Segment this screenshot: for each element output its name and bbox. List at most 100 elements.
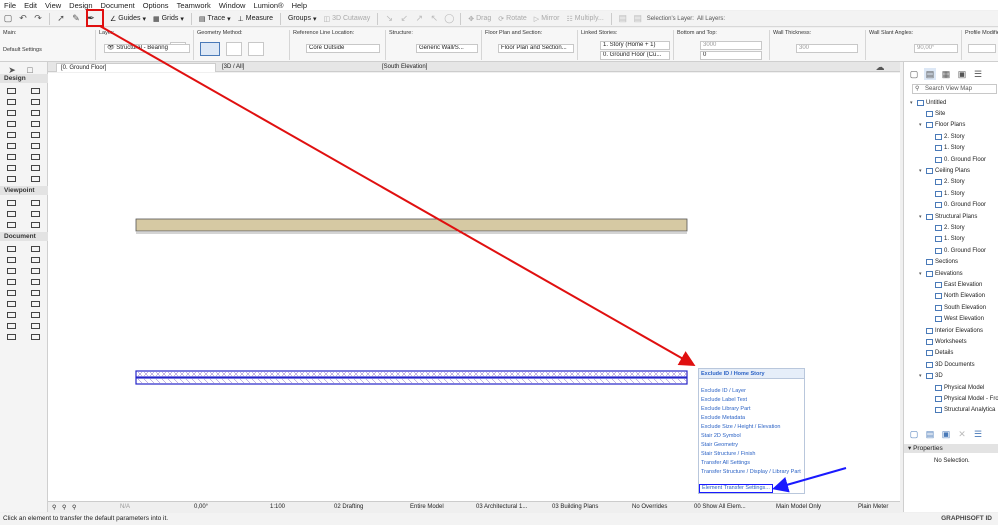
- menu-item-transfer-all[interactable]: Transfer All Settings: [701, 460, 750, 466]
- zoom-out-icon[interactable]: ⚲: [72, 504, 76, 511]
- zoom-value[interactable]: N/A: [120, 504, 130, 510]
- clone-icon[interactable]: ▣: [940, 428, 952, 440]
- properties-header[interactable]: ▾ Properties: [904, 444, 998, 453]
- view-map-item[interactable]: 2. Story: [928, 132, 965, 141]
- tab-ground-floor[interactable]: [0. Ground Floor]: [56, 63, 216, 72]
- infobox-layer-field[interactable]: 👁 Structural - Bearing: [104, 44, 190, 53]
- tool-icon[interactable]: [4, 152, 18, 161]
- tool-icon[interactable]: [4, 174, 18, 183]
- bottom-height-field[interactable]: 0: [700, 51, 762, 60]
- groups-button[interactable]: Groups ▾: [286, 15, 318, 23]
- tool-icon[interactable]: [28, 108, 42, 117]
- tool-icon[interactable]: [4, 130, 18, 139]
- view-map-item[interactable]: ▾ 3D: [919, 372, 943, 381]
- menu-document[interactable]: Document: [101, 1, 135, 10]
- tool-icon[interactable]: [28, 198, 42, 207]
- geometry-rect-button[interactable]: [248, 42, 264, 56]
- drag-button[interactable]: ✥ Drag: [466, 15, 493, 23]
- tab-3d-all[interactable]: [3D / All]: [218, 63, 378, 72]
- toolbox-section-document[interactable]: Document: [0, 232, 48, 241]
- edit-tool-icon[interactable]: ↘: [383, 13, 395, 25]
- view-map-item[interactable]: South Elevation: [928, 303, 986, 312]
- top-height-field[interactable]: 3000: [700, 41, 762, 50]
- view-map-item[interactable]: Site: [919, 109, 945, 118]
- thickness-field[interactable]: 300: [796, 44, 858, 53]
- expand-caret-icon[interactable]: ▾: [919, 168, 924, 174]
- mvo-dropdown[interactable]: 03 Building Plans: [552, 504, 598, 510]
- delete-icon[interactable]: ✕: [956, 428, 968, 440]
- multiply-button[interactable]: ☷ Multiply...: [564, 15, 605, 23]
- tool-icon[interactable]: [28, 321, 42, 330]
- linked-top-dropdown[interactable]: 1. Story (Home + 1): [600, 41, 670, 50]
- view-map-item[interactable]: 1. Story: [928, 235, 965, 244]
- tool-icon[interactable]: [28, 299, 42, 308]
- view-map-item[interactable]: 1. Story: [928, 189, 965, 198]
- tab-south-elevation[interactable]: [South Elevation]: [378, 63, 538, 72]
- menu-item-exclude-library-part[interactable]: Exclude Library Part: [701, 406, 751, 412]
- profile-dropdown[interactable]: [968, 44, 996, 53]
- view-map-item[interactable]: ▾ Ceiling Plans: [919, 166, 970, 175]
- orientation-value[interactable]: 0,00°: [194, 504, 208, 510]
- view-map-item[interactable]: North Elevation: [928, 292, 985, 301]
- model-view-dropdown[interactable]: Entire Model: [410, 504, 444, 510]
- layer-icon[interactable]: ▤: [617, 13, 629, 25]
- menu-lumion[interactable]: Lumion®: [253, 1, 283, 10]
- guides-button[interactable]: ∠ Guides ▾: [108, 15, 148, 23]
- trace-button[interactable]: ▤ Trace ▾: [197, 15, 233, 23]
- structural-function-dropdown[interactable]: Main Model Only: [776, 504, 821, 510]
- menu-help[interactable]: Help: [292, 1, 307, 10]
- expand-caret-icon[interactable]: ▾: [919, 214, 924, 220]
- edit-tool-icon[interactable]: ◯: [443, 13, 455, 25]
- view-settings-icon[interactable]: ☰: [972, 428, 984, 440]
- menu-options[interactable]: Options: [143, 1, 169, 10]
- view-map-item[interactable]: 1. Story: [928, 144, 965, 153]
- expand-caret-icon[interactable]: ▾: [910, 100, 915, 106]
- graphisoft-id[interactable]: GRAPHISOFT ID: [941, 513, 992, 525]
- view-map-item[interactable]: Details: [919, 349, 953, 358]
- tool-icon[interactable]: [4, 108, 18, 117]
- view-map-item[interactable]: East Elevation: [928, 280, 982, 289]
- dimension-dropdown[interactable]: Plain Meter: [858, 504, 888, 510]
- toolbox-section-design[interactable]: Design: [0, 74, 48, 83]
- project-map-icon[interactable]: ▢: [908, 68, 920, 80]
- view-map-icon[interactable]: ▤: [924, 68, 936, 80]
- tool-icon[interactable]: [28, 310, 42, 319]
- view-map-item[interactable]: 3D Documents: [919, 360, 975, 369]
- edit-tool-icon[interactable]: ↗: [413, 13, 425, 25]
- mirror-button[interactable]: ▷ Mirror: [532, 15, 562, 23]
- undo-zoom-icon[interactable]: ⚲: [52, 504, 56, 511]
- tool-icon[interactable]: [4, 332, 18, 341]
- view-map-item[interactable]: 0. Ground Floor: [928, 246, 986, 255]
- view-map-item[interactable]: 0. Ground Floor: [928, 155, 986, 164]
- tool-icon[interactable]: [28, 220, 42, 229]
- tool-icon[interactable]: [28, 119, 42, 128]
- tool-icon[interactable]: [4, 86, 18, 95]
- tool-icon[interactable]: [28, 244, 42, 253]
- view-map-item[interactable]: 2. Story: [928, 178, 965, 187]
- refline-dropdown[interactable]: Core Outside: [306, 44, 380, 53]
- publisher-icon[interactable]: ▣: [956, 68, 968, 80]
- tool-icon[interactable]: [4, 288, 18, 297]
- view-map-item[interactable]: Structural Analytica: [928, 406, 995, 415]
- view-map-item[interactable]: Physical Model: [928, 383, 984, 392]
- menu-item-stair-2d-symbol[interactable]: Stair 2D Symbol: [701, 433, 741, 439]
- menu-item-exclude-size[interactable]: Exclude Size / Height / Elevation: [701, 424, 781, 430]
- pick-up-parameters-icon[interactable]: ✎: [70, 13, 82, 25]
- tool-icon[interactable]: [28, 209, 42, 218]
- tool-icon[interactable]: [28, 141, 42, 150]
- menu-teamwork[interactable]: Teamwork: [177, 1, 211, 10]
- view-map-item[interactable]: Worksheets: [919, 337, 967, 346]
- tool-icon[interactable]: [4, 209, 18, 218]
- toolbox-section-viewpoint[interactable]: Viewpoint: [0, 186, 48, 195]
- pen-set-dropdown[interactable]: 03 Architectural 1...: [476, 504, 527, 510]
- tool-icon[interactable]: [28, 152, 42, 161]
- tool-icon[interactable]: [4, 299, 18, 308]
- tool-icon[interactable]: [4, 321, 18, 330]
- tool-icon[interactable]: [28, 288, 42, 297]
- expand-caret-icon[interactable]: ▾: [919, 122, 924, 128]
- view-map-item[interactable]: ▾ Floor Plans: [919, 121, 965, 130]
- scale-value[interactable]: 1:100: [270, 504, 285, 510]
- expand-caret-icon[interactable]: ▾: [919, 271, 924, 277]
- tool-icon[interactable]: [4, 97, 18, 106]
- zoom-in-icon[interactable]: ⚲: [62, 504, 66, 511]
